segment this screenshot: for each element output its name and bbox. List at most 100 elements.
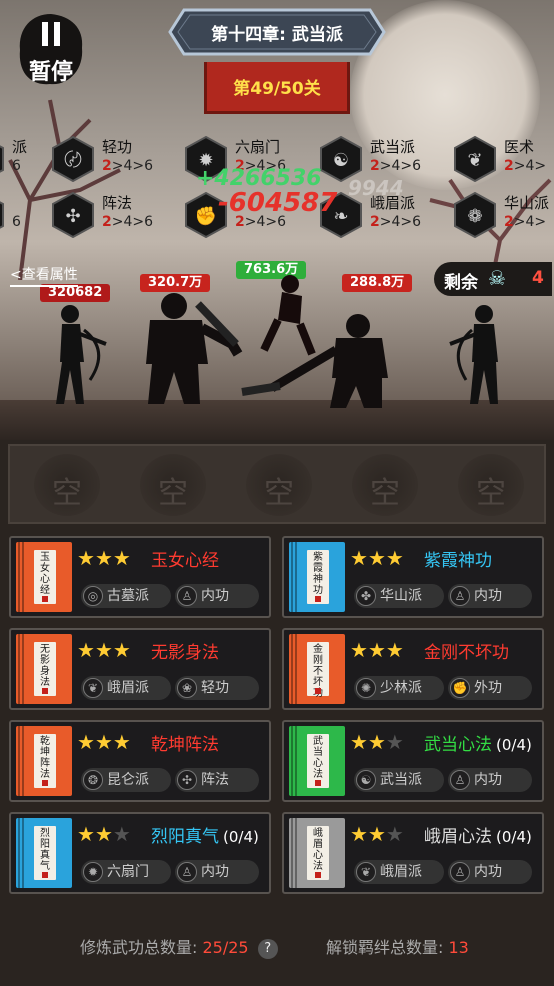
type-tag: ♙ 内功: [448, 584, 532, 608]
skill-type-icon: ♙: [177, 862, 197, 882]
faction-progress-rest: >4>6: [111, 214, 154, 230]
star-rating: ★★★: [77, 638, 131, 662]
sect-emblem-icon: ❦: [83, 678, 103, 698]
sect-emblem-icon: ✹: [83, 862, 103, 882]
star-icon: ★: [94, 546, 113, 570]
empty-slot-label: 空: [476, 476, 506, 511]
empty-skill-slot[interactable]: 空: [34, 454, 100, 516]
skill-name-row: 烈阳真气 (0/4): [151, 822, 259, 847]
sect-name: 少林派: [380, 680, 422, 696]
faction-emblem-icon: ✣: [52, 192, 94, 238]
type-tag: ✊ 外功: [448, 676, 532, 700]
svg-text:〄: 〄: [64, 150, 82, 171]
empty-skill-slot[interactable]: 空: [352, 454, 418, 516]
summary-footer: 修炼武功总数量: 25/25 ? 解锁羁绊总数量: 13: [0, 930, 554, 959]
battle-scene: 暂停 第十四章: 武当派 第49/50关 ✺派6〄轻功2>4>6✹六扇门2>4>…: [0, 0, 554, 440]
faction-name: 六扇门: [235, 138, 281, 156]
star-icon: ★: [77, 822, 95, 846]
star-icon: ★: [367, 822, 386, 846]
skill-name-row: 峨眉心法 (0/4): [424, 822, 532, 847]
bonds-value: 13: [448, 938, 469, 957]
sect-emblem-icon: ☯: [356, 770, 376, 790]
skill-type-icon: ✣: [177, 770, 197, 790]
skill-name-row: 玉女心经: [151, 546, 223, 571]
star-icon: ★: [367, 546, 386, 570]
skill-type: 阵法: [201, 772, 229, 788]
sect-tag: ◎ 古墓派: [81, 584, 171, 608]
star-icon: ★: [350, 546, 368, 570]
skill-card[interactable]: 玉女心经 ★★★ 玉女心经 ◎ 古墓派 ♙ 内功: [9, 536, 271, 618]
skill-progress: (0/4): [496, 736, 532, 754]
faction-progress: 2>4>6: [370, 158, 421, 174]
star-icon: ★: [367, 638, 386, 662]
faction-name: 派: [12, 138, 28, 156]
sect-name: 六扇门: [107, 864, 149, 880]
faction-progress: 2>4>: [504, 214, 546, 230]
faction-progress-rest: >4>: [513, 214, 547, 230]
sect-tag: ✹ 六扇门: [81, 860, 171, 884]
skill-name: 紫霞神功: [424, 551, 492, 571]
empty-skill-slot[interactable]: 空: [140, 454, 206, 516]
enemy-hp-4: 288.8万: [342, 274, 413, 292]
remaining-enemies: 剩余 ☠ 4: [434, 262, 552, 296]
star-icon: ★: [385, 822, 404, 846]
star-icon: ★: [77, 730, 95, 754]
skill-book-icon: 峨眉心法: [289, 818, 345, 888]
sect-tag: ❦ 峨眉派: [81, 676, 171, 700]
svg-text:❦: ❦: [467, 150, 482, 171]
type-tag: ♙ 内功: [175, 860, 259, 884]
star-rating: ★★★: [77, 546, 131, 570]
star-icon: ★: [77, 638, 95, 662]
archer-enemy-right: [449, 305, 498, 404]
star-rating: ★★★: [350, 822, 404, 846]
skill-card[interactable]: 乾坤阵法 ★★★ 乾坤阵法 ❂ 昆仑派 ✣ 阵法: [9, 720, 271, 802]
faction-name: 武当派: [370, 138, 416, 156]
star-rating: ★★★: [77, 822, 131, 846]
skill-book-icon: 无影身法: [16, 634, 72, 704]
skill-card[interactable]: 武当心法 ★★★ 武当心法 (0/4) ☯ 武当派 ♙ 内功: [282, 720, 544, 802]
stage-banner: 第49/50关: [204, 62, 350, 114]
skill-type-icon: ♙: [177, 586, 197, 606]
skill-type: 内功: [201, 588, 229, 604]
faction-progress: 6: [12, 158, 21, 174]
skill-name-row: 乾坤阵法: [151, 730, 223, 755]
skill-card[interactable]: 金刚不坏功★★★金刚不坏功✺少林派✊外功: [282, 628, 544, 710]
skill-card[interactable]: 烈阳真气 ★★★ 烈阳真气 (0/4) ✹ 六扇门 ♙ 内功: [9, 812, 271, 894]
sect-tag: ❦ 峨眉派: [354, 860, 444, 884]
faction-progress: 2>4>6: [102, 158, 153, 174]
sect-name: 峨眉派: [107, 680, 149, 696]
empty-skill-slot[interactable]: 空: [458, 454, 524, 516]
faction-progress-current: 2: [102, 214, 112, 230]
sect-tag: ✺ 少林派: [354, 676, 444, 700]
skill-type-icon: ❀: [177, 678, 197, 698]
skill-name-row: 无影身法: [151, 638, 223, 663]
skill-type-icon: ✊: [450, 678, 470, 698]
type-tag: ♙ 内功: [175, 584, 259, 608]
pause-button[interactable]: 暂停: [16, 12, 86, 88]
skill-type-icon: ♙: [450, 586, 470, 606]
book-title: 玉女心经: [40, 552, 50, 596]
svg-text:✊: ✊: [195, 206, 217, 227]
sect-name: 昆仑派: [107, 772, 149, 788]
skill-progress: (0/4): [496, 828, 532, 846]
faction-progress-rest: >4>6: [379, 214, 422, 230]
skill-card[interactable]: 峨眉心法 ★★★ 峨眉心法 (0/4) ❦ 峨眉派 ♙ 内功: [282, 812, 544, 894]
skill-card[interactable]: 无影身法 ★★★ 无影身法 ❦ 峨眉派 ❀ 轻功: [9, 628, 271, 710]
faction-progress-current: 2: [102, 158, 112, 174]
faction-progress: 6: [12, 214, 21, 230]
brute-enemy: [146, 293, 243, 404]
skill-card[interactable]: 紫霞神功 ★★★ 紫霞神功 ✤ 华山派 ♙ 内功: [282, 536, 544, 618]
faction-emblem-icon: 〄: [52, 136, 94, 182]
star-icon: ★: [112, 822, 131, 846]
pause-icon: [42, 22, 60, 46]
view-attributes-link[interactable]: <查看属性: [10, 264, 78, 287]
skill-type: 内功: [474, 588, 502, 604]
faction-progress-current: 2: [504, 158, 514, 174]
help-icon[interactable]: ?: [257, 939, 278, 959]
book-title: 紫霞神功: [313, 552, 323, 596]
skill-name-row: 紫霞神功: [424, 546, 496, 571]
faction-name: 医术: [504, 138, 535, 156]
mace-enemy: [241, 314, 388, 408]
empty-skill-slot[interactable]: 空: [246, 454, 312, 516]
faction-progress-current: 2: [370, 158, 380, 174]
